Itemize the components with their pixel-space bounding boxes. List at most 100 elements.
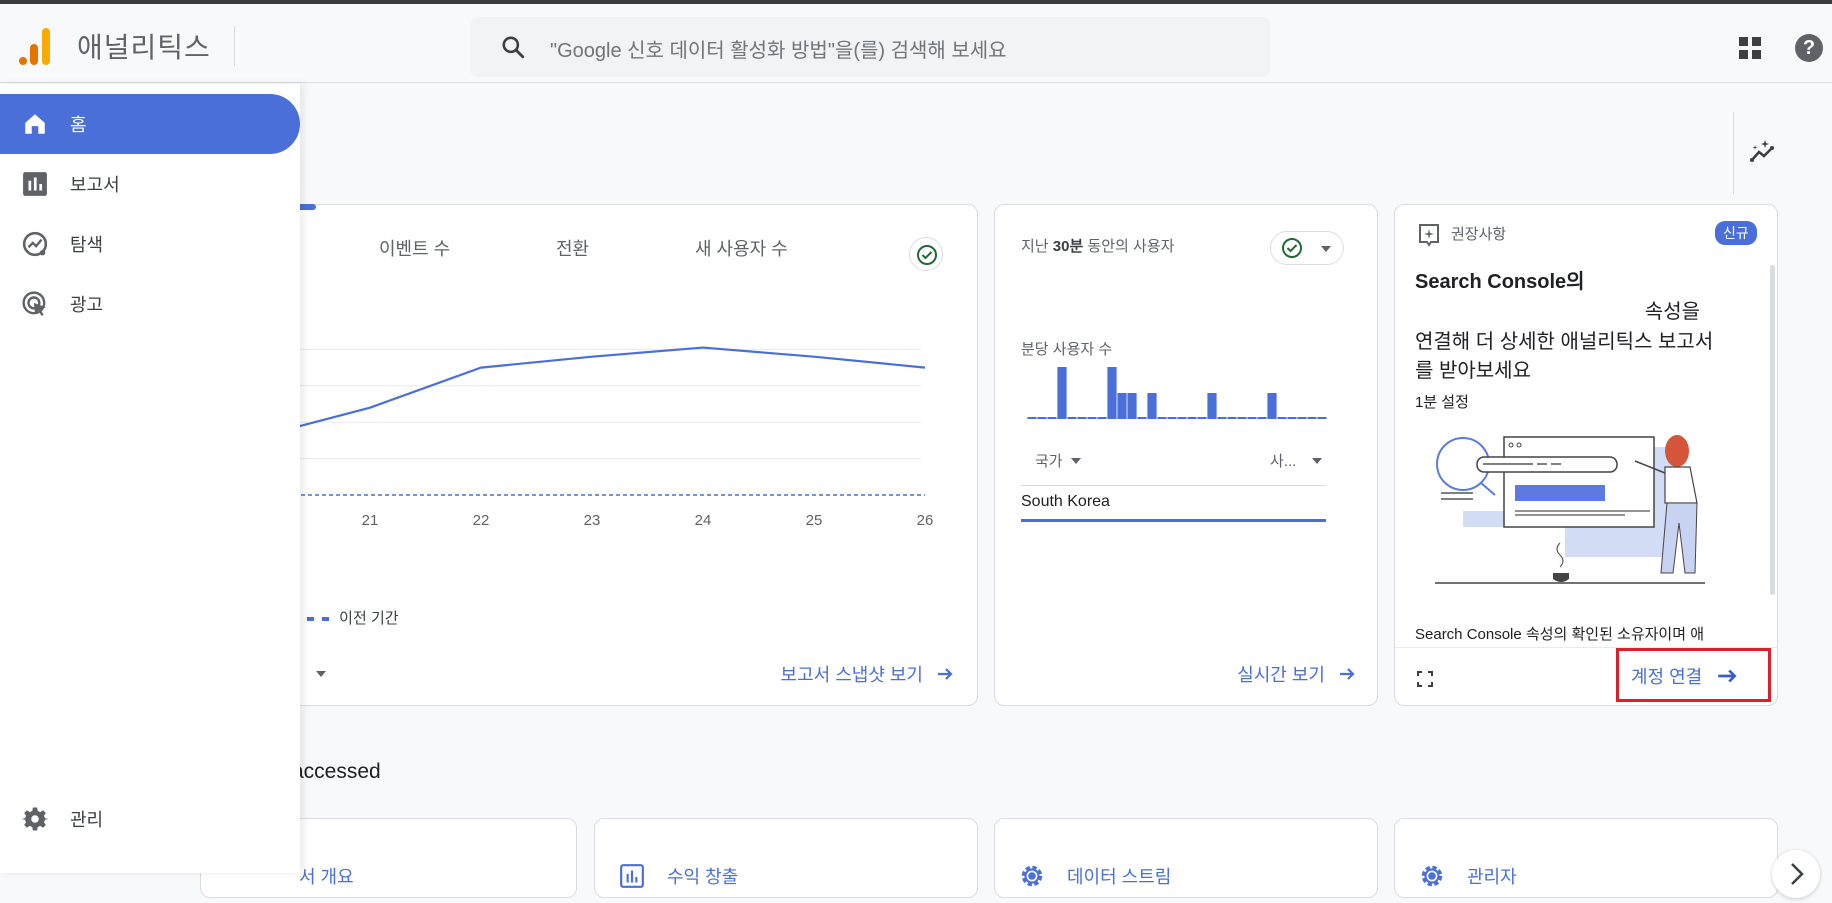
recommendation-title-line3: 연결해 더 상세한 애널리틱스 보고서 — [1415, 331, 1714, 353]
per-minute-bar — [1317, 417, 1327, 419]
legend-previous-swatch — [321, 616, 329, 621]
app-title: 애널리틱스 — [77, 32, 211, 63]
per-minute-bar — [1237, 417, 1247, 419]
view-realtime-link[interactable]: 실시간 보기 — [1237, 661, 1357, 687]
sidebar-item-label: 광고 — [70, 295, 104, 315]
recommendation-header: 권장사항 — [1451, 226, 1507, 243]
per-minute-bar — [1047, 417, 1057, 419]
country-row-label: South Korea — [1021, 493, 1110, 510]
series-line-current-period — [281, 346, 926, 433]
per-minute-bar — [1207, 393, 1217, 419]
overview-card: 이벤트 수 전환 새 사용자 수 212223242526 일 이전 기간 보고… — [280, 204, 978, 706]
tab-conversions[interactable]: 전환 — [556, 235, 589, 261]
per-minute-bar — [1257, 417, 1267, 419]
sidebar-item-admin[interactable]: 관리 — [0, 789, 300, 849]
per-minute-bar — [1107, 367, 1117, 419]
x-tick-label: 23 — [584, 512, 601, 529]
analytics-logo-icon[interactable] — [18, 26, 54, 66]
per-minute-bar — [1267, 393, 1277, 419]
arrow-right-icon — [938, 668, 953, 680]
x-tick-label: 21 — [362, 512, 379, 529]
legend-previous-swatch — [307, 616, 315, 621]
sidebar: 홈 보고서 탐색 광고 관리 — [0, 84, 300, 873]
per-minute-bar — [1057, 367, 1067, 419]
chevron-right-icon — [1791, 863, 1804, 885]
reports-icon — [23, 172, 47, 196]
legend-previous-label: 이전 기간 — [339, 610, 399, 627]
check-circle-icon — [1282, 238, 1302, 258]
x-tick-label: 22 — [473, 512, 490, 529]
chevron-down-icon — [1070, 457, 1081, 464]
sidebar-item-explore[interactable]: 탐색 — [0, 214, 300, 274]
sidebar-item-reports[interactable]: 보고서 — [0, 154, 300, 214]
x-tick-label: 26 — [917, 512, 934, 529]
per-minute-bar — [1147, 393, 1157, 419]
dimension-dropdown[interactable]: 국가 — [1035, 450, 1081, 471]
date-range-dropdown-caret-icon[interactable] — [316, 671, 326, 677]
chevron-down-icon — [1321, 246, 1331, 252]
per-minute-bar — [1247, 417, 1257, 419]
recent-card-admin[interactable]: 관리자 — [1394, 818, 1778, 898]
card-scrollbar[interactable] — [1770, 265, 1775, 595]
recently-accessed-title: accessed — [292, 760, 381, 783]
search-icon — [502, 36, 525, 59]
carousel-next-button[interactable] — [1772, 850, 1820, 898]
per-minute-bar — [1277, 417, 1287, 419]
tab-event-count[interactable]: 이벤트 수 — [379, 235, 450, 261]
per-minute-bar — [1077, 417, 1087, 419]
realtime-title-prefix: 지난 — [1021, 238, 1053, 255]
metric-dropdown[interactable]: 사... — [1270, 450, 1323, 471]
per-minute-bar — [1067, 417, 1077, 419]
advertising-icon — [22, 291, 46, 316]
recent-card-data-streams[interactable]: 데이터 스트림 — [994, 818, 1378, 898]
help-icon[interactable]: ? — [1795, 34, 1823, 62]
table-divider — [1021, 485, 1326, 486]
header: 애널리틱스 "Google 신호 데이터 활성화 방법"을(를) 검색해 보세요… — [0, 4, 1832, 83]
insights-sparkle-icon[interactable] — [1748, 138, 1778, 168]
x-tick-label: 24 — [695, 512, 712, 529]
data-quality-check-button[interactable] — [909, 237, 943, 271]
sidebar-item-home[interactable]: 홈 — [0, 94, 300, 154]
recommendation-title-line4: 를 받아보세요 — [1415, 360, 1531, 382]
per-minute-bar — [1137, 417, 1147, 419]
recent-card-label: 관리자 — [1467, 867, 1517, 887]
insights-divider — [1733, 112, 1734, 194]
per-minute-bar — [1157, 417, 1167, 419]
per-minute-bar — [1027, 417, 1037, 419]
view-report-snapshot-link[interactable]: 보고서 스냅샷 보기 — [781, 661, 955, 687]
per-minute-bar — [1097, 417, 1107, 419]
view-realtime-label: 실시간 보기 — [1237, 665, 1325, 685]
realtime-title-suffix: 동안의 사용자 — [1083, 238, 1175, 255]
recent-card-monetization[interactable]: 수익 창출 — [594, 818, 978, 898]
highlight-box — [1616, 648, 1771, 702]
realtime-check-dropdown[interactable] — [1270, 231, 1344, 265]
check-circle-icon — [917, 245, 937, 265]
per-minute-bar — [1227, 417, 1237, 419]
recommendation-card: 권장사항 신규 Search Console의 속성을 연결해 더 상세한 애널… — [1394, 204, 1778, 706]
per-minute-bar — [1177, 417, 1187, 419]
recent-card-label: 서 개요 — [299, 867, 354, 887]
explore-icon — [22, 231, 48, 257]
x-tick-label: 25 — [806, 512, 823, 529]
overview-line-chart: 21 22 23 24 25 26 — [281, 346, 934, 529]
setup-time-label: 1분 설정 — [1415, 394, 1469, 411]
realtime-title-bold: 30분 — [1052, 238, 1084, 255]
realtime-card: 지난 30분 동안의 사용자 분당 사용자 수 국가 사... South Ko… — [994, 204, 1378, 706]
recent-card-label: 데이터 스트림 — [1067, 867, 1172, 887]
per-minute-bar-chart — [1027, 367, 1327, 419]
apps-grid-icon[interactable] — [1738, 36, 1762, 60]
country-share-bar — [1021, 519, 1326, 522]
reports-icon — [620, 864, 644, 888]
gear-icon — [22, 807, 48, 831]
search-placeholder: "Google 신호 데이터 활성화 방법"을(를) 검색해 보세요 — [550, 40, 1007, 62]
recommendation-icon — [1419, 224, 1439, 247]
search-input[interactable]: "Google 신호 데이터 활성화 방법"을(를) 검색해 보세요 — [470, 17, 1270, 77]
tab-new-users[interactable]: 새 사용자 수 — [695, 235, 788, 261]
per-minute-bar — [1307, 417, 1317, 419]
per-minute-bar — [1127, 393, 1137, 419]
header-divider — [234, 26, 235, 66]
sidebar-item-label: 탐색 — [70, 235, 104, 255]
expand-fullscreen-icon[interactable] — [1417, 671, 1433, 687]
sidebar-item-advertising[interactable]: 광고 — [0, 274, 300, 334]
recommendation-description: Search Console 속성의 확인된 소유자이며 애 — [1415, 626, 1704, 643]
